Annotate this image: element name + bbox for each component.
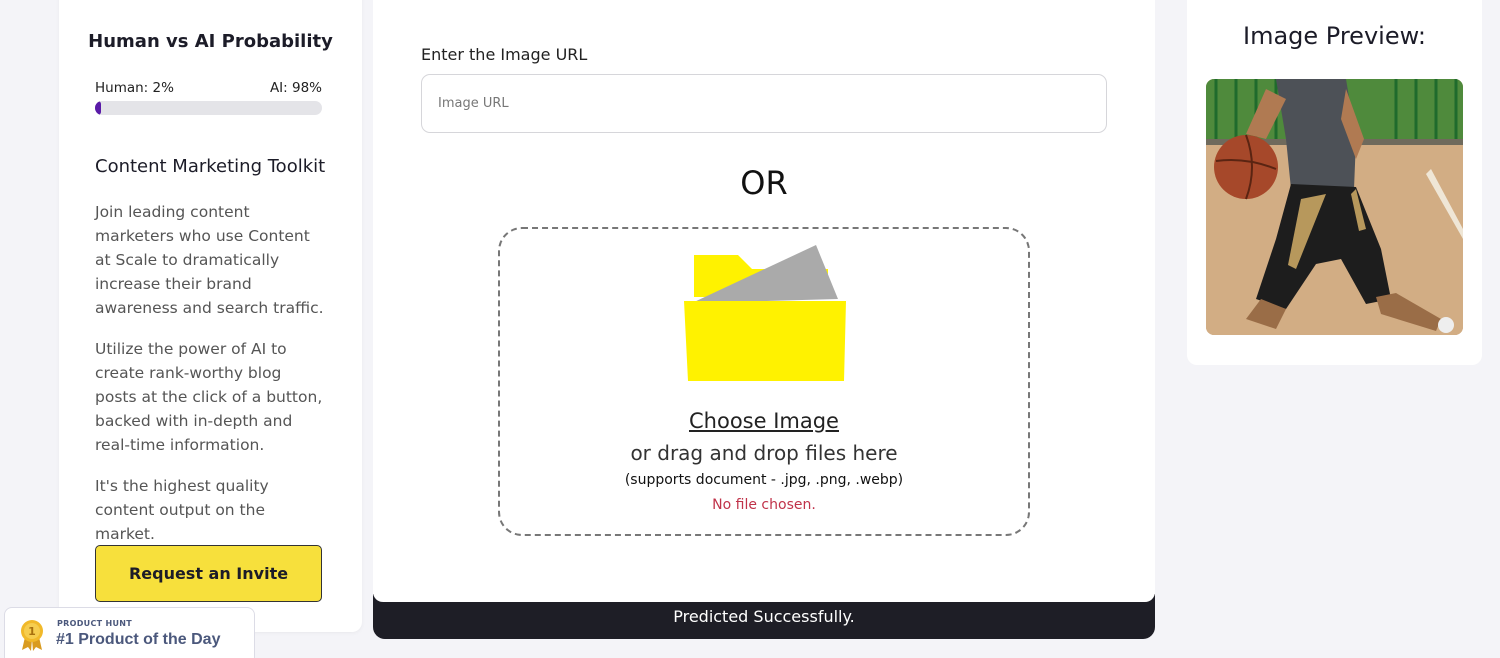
preview-image [1206, 79, 1463, 335]
status-message: Predicted Successfully. [673, 607, 855, 626]
folder-icon [684, 245, 846, 381]
toolkit-title: Content Marketing Toolkit [95, 156, 326, 177]
medal-icon: 1 [21, 620, 43, 651]
ai-probability-label: AI: 98% [269, 80, 322, 96]
drag-drop-text: or drag and drop files here [630, 441, 898, 465]
probability-title: Human vs AI Probability [88, 31, 333, 52]
request-invite-button[interactable]: Request an Invite [95, 545, 322, 602]
product-hunt-label: PRODUCT HUNT [57, 619, 133, 628]
image-preview-title: Image Preview: [1243, 22, 1426, 50]
toolkit-paragraph-2: Utilize the power of AI to create rank-w… [95, 340, 323, 454]
choose-image-link[interactable]: Choose Image [500, 409, 1028, 433]
or-divider: OR [740, 164, 788, 202]
probability-labels: Human: 2% AI: 98% [95, 80, 322, 96]
human-probability-label: Human: 2% [95, 80, 174, 96]
supported-formats-text: (supports document - .jpg, .png, .webp) [624, 472, 904, 488]
left-sidebar-card: Human vs AI Probability Human: 2% AI: 98… [59, 0, 362, 632]
product-hunt-badge[interactable]: 1 PRODUCT HUNT #1 Product of the Day [4, 607, 255, 658]
toolkit-paragraph-3: It's the highest quality content output … [95, 477, 269, 543]
probability-bar-fill [95, 101, 101, 115]
image-url-input[interactable] [421, 74, 1107, 133]
upload-card: Enter the Image URL OR Choose Image or d… [373, 0, 1155, 602]
image-preview-card: Image Preview: [1187, 0, 1482, 365]
file-dropzone[interactable]: Choose Image or drag and drop files here… [498, 227, 1030, 536]
image-url-label: Enter the Image URL [421, 45, 588, 64]
probability-bar [95, 101, 322, 115]
no-file-chosen-text: No file chosen. [712, 497, 816, 513]
toolkit-paragraph-1: Join leading content marketers who use C… [95, 203, 324, 317]
product-of-the-day-label: #1 Product of the Day [56, 631, 221, 648]
svg-text:1: 1 [28, 625, 36, 638]
